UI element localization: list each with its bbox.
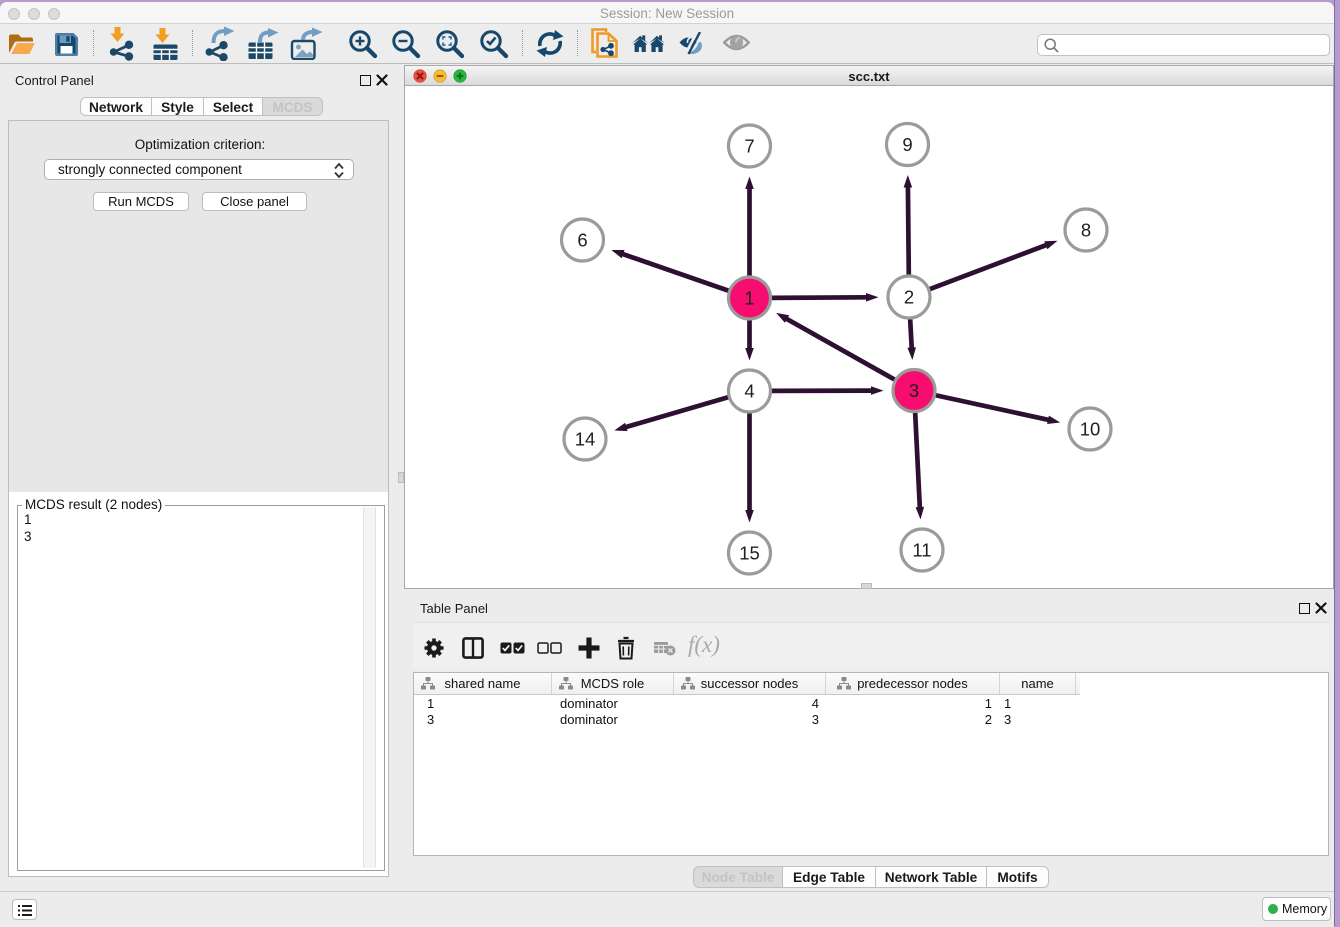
svg-text:9: 9	[902, 134, 912, 155]
svg-text:14: 14	[575, 429, 596, 450]
svg-text:2: 2	[904, 287, 914, 308]
svg-text:6: 6	[577, 230, 587, 251]
svg-text:1: 1	[744, 288, 754, 309]
svg-text:15: 15	[739, 543, 760, 564]
svg-text:8: 8	[1081, 220, 1091, 241]
svg-text:7: 7	[744, 136, 754, 157]
svg-text:11: 11	[912, 540, 931, 561]
svg-text:4: 4	[744, 381, 754, 402]
svg-text:3: 3	[909, 380, 919, 401]
svg-text:10: 10	[1080, 419, 1101, 440]
